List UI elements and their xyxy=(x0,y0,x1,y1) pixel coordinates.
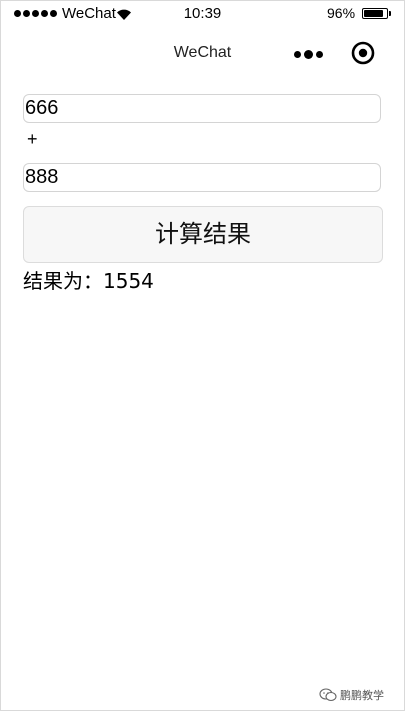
target-close-icon[interactable] xyxy=(351,41,375,65)
result-label: 结果为： xyxy=(23,269,103,293)
phone-screen: WeChat 10:39 96% WeChat + 计算结果 结果为： 1554 xyxy=(0,0,405,711)
result-value: 1554 xyxy=(103,269,154,293)
calculate-button[interactable]: 计算结果 xyxy=(23,206,383,263)
battery-icon xyxy=(362,8,391,19)
battery-percent: 96% xyxy=(327,5,356,21)
wechat-icon xyxy=(319,688,337,702)
operator-label: + xyxy=(27,129,38,149)
result-text: 结果为： 1554 xyxy=(23,265,154,294)
status-bar: WeChat 10:39 96% xyxy=(1,1,404,27)
page-title: WeChat xyxy=(173,44,232,61)
number2-input[interactable] xyxy=(23,163,381,192)
more-dots-icon[interactable] xyxy=(294,47,324,61)
number1-input[interactable] xyxy=(23,94,381,123)
watermark-text: 鹏鹏教学 xyxy=(340,689,384,702)
navigation-bar: WeChat xyxy=(1,27,404,79)
watermark: 鹏鹏教学 xyxy=(319,687,384,703)
